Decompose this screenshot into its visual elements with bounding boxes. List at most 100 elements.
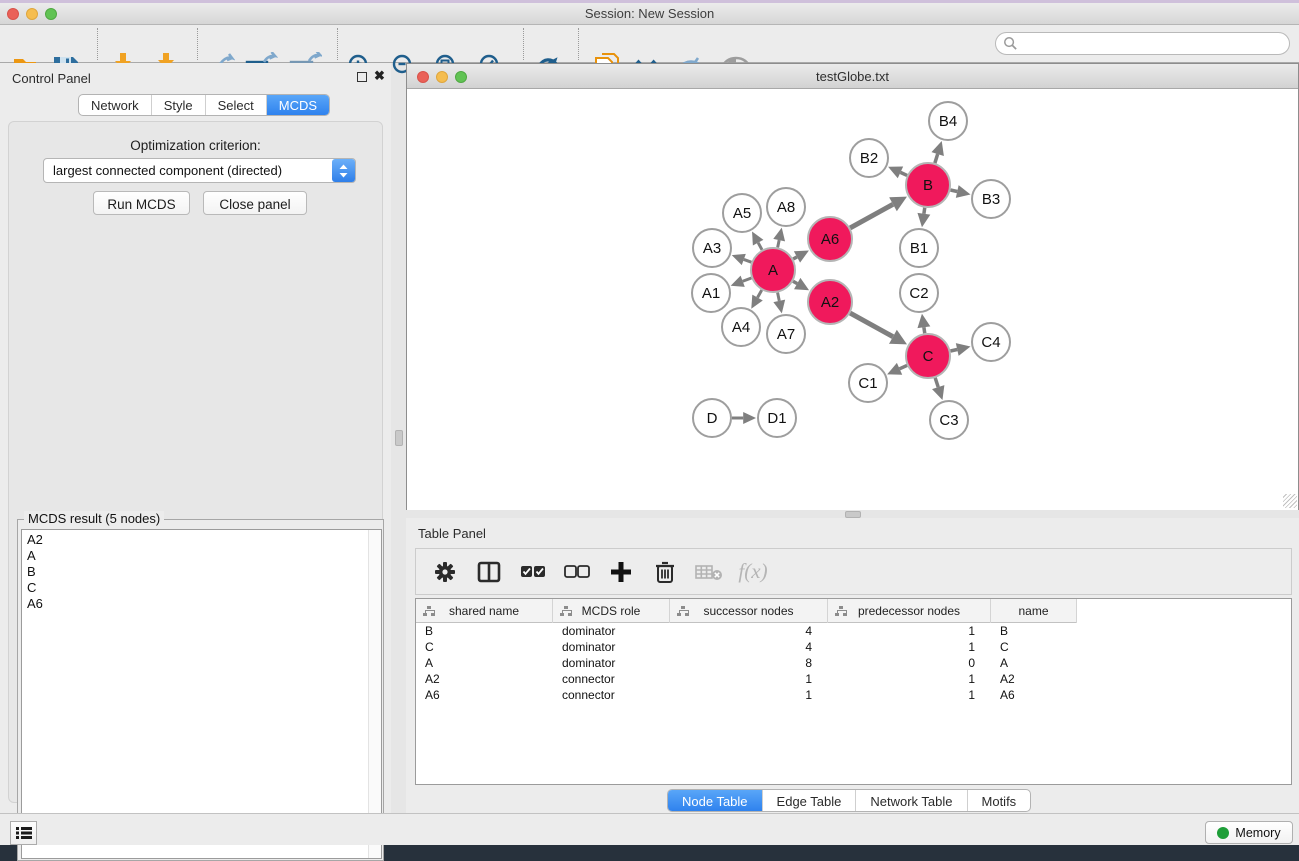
graph-node-B4[interactable]: B4 (929, 102, 967, 140)
table-row[interactable]: Cdominator41C (416, 639, 1291, 655)
optimization-criterion-label: Optimization criterion: (9, 138, 382, 153)
graph-node-A6[interactable]: A6 (808, 217, 852, 261)
search-input[interactable] (1018, 37, 1289, 51)
list-icon (16, 826, 32, 840)
run-mcds-button[interactable]: Run MCDS (93, 191, 190, 215)
svg-text:D: D (707, 410, 718, 427)
mcds-result-item[interactable]: C (27, 580, 381, 596)
network-view-window: testGlobe.txt B4 B2 B B3 A8A5 A6 A3 B1 A A1 C2 A2 A4… (406, 63, 1299, 510)
memory-label: Memory (1235, 826, 1280, 840)
graph-node-C3[interactable]: C3 (930, 401, 968, 439)
search-field-container (995, 32, 1290, 55)
graph-edge-A6-B[interactable] (850, 204, 893, 228)
column-header-name[interactable]: name (991, 599, 1077, 623)
graph-edge-C-C1[interactable] (900, 365, 907, 368)
graph-edge-A2-C[interactable] (850, 313, 893, 337)
graph-node-C2[interactable]: C2 (900, 274, 938, 312)
graph-node-D[interactable]: D (693, 399, 731, 437)
mcds-result-item[interactable]: A6 (27, 596, 381, 612)
toolbar-separator (578, 28, 579, 60)
mcds-result-list: A2ABCA6 (22, 530, 381, 612)
tab-network-table[interactable]: Network Table (856, 790, 967, 811)
graph-edge-A-A8[interactable] (778, 240, 780, 247)
graph-node-D1[interactable]: D1 (758, 399, 796, 437)
toolbar-separator (97, 28, 98, 60)
graph-edge-B-B4[interactable] (935, 154, 938, 163)
column-header-shared-name[interactable]: shared name (416, 599, 553, 623)
table-row[interactable]: Bdominator41B (416, 623, 1291, 639)
table-row[interactable]: Adominator80A (416, 655, 1291, 671)
vertical-splitter-handle[interactable] (395, 430, 403, 446)
horizontal-splitter-handle[interactable] (845, 511, 861, 518)
node-table[interactable]: shared nameMCDS rolesuccessor nodesprede… (415, 598, 1292, 785)
graph-edge-arrowhead (932, 385, 944, 400)
tab-motifs[interactable]: Motifs (968, 790, 1031, 811)
mcds-result-item[interactable]: B (27, 564, 381, 580)
graph-node-A3[interactable]: A3 (693, 229, 731, 267)
column-header-predecessor-nodes[interactable]: predecessor nodes (828, 599, 991, 623)
tab-style[interactable]: Style (152, 95, 206, 115)
graph-edge-B-B1[interactable] (924, 208, 925, 214)
network-canvas[interactable]: B4 B2 B B3 A8A5 A6 A3 B1 A A1 C2 A2 A4 A7 C4 C C1 C3 D D1 (407, 89, 1298, 510)
graph-node-C[interactable]: C (906, 334, 950, 378)
task-history-button[interactable] (10, 821, 37, 845)
delete-column-trash-icon[interactable] (650, 557, 680, 587)
graph-edge-C-C2[interactable] (924, 327, 925, 333)
graph-edge-B-B3[interactable] (950, 190, 957, 192)
svg-text:C1: C1 (858, 375, 877, 392)
svg-text:A1: A1 (702, 285, 720, 302)
graph-node-B2[interactable]: B2 (850, 139, 888, 177)
optimization-criterion-dropdown[interactable]: largest connected component (directed) (43, 158, 356, 183)
table-row[interactable]: A6connector11A6 (416, 687, 1291, 703)
svg-text:A4: A4 (732, 319, 750, 336)
float-panel-icon[interactable] (357, 72, 367, 82)
show-column-panel-icon[interactable] (474, 557, 504, 587)
create-column-plus-icon[interactable] (606, 557, 636, 587)
mcds-result-item[interactable]: A (27, 548, 381, 564)
toolbar-separator (337, 28, 338, 60)
graph-node-A1[interactable]: A1 (692, 274, 730, 312)
mcds-result-item[interactable]: A2 (27, 532, 381, 548)
graph-node-B[interactable]: B (906, 163, 950, 207)
close-panel-button[interactable]: Close panel (203, 191, 307, 215)
table-row[interactable]: A2connector11A2 (416, 671, 1291, 687)
network-graph: B4 B2 B B3 A8A5 A6 A3 B1 A A1 C2 A2 A4 A7 C4 C C1 C3 D D1 (407, 89, 1298, 510)
table-settings-gear-icon[interactable] (430, 557, 460, 587)
graph-edge-A-A5[interactable] (758, 243, 762, 250)
column-header-MCDS-role[interactable]: MCDS role (553, 599, 670, 623)
graph-edge-A-A3[interactable] (744, 259, 752, 262)
memory-button[interactable]: Memory (1205, 821, 1293, 844)
graph-edge-C-C3[interactable] (935, 378, 938, 387)
unselect-all-columns-icon[interactable] (562, 557, 592, 587)
close-panel-icon[interactable]: ✖ (374, 69, 385, 83)
graph-edge-A-A4[interactable] (758, 290, 762, 297)
graph-node-A2[interactable]: A2 (808, 280, 852, 324)
tab-select[interactable]: Select (206, 95, 267, 115)
graph-node-A4[interactable]: A4 (722, 308, 760, 346)
tab-node-table[interactable]: Node Table (668, 790, 763, 811)
graph-edge-A-A6[interactable] (793, 257, 797, 259)
graph-node-B1[interactable]: B1 (900, 229, 938, 267)
graph-edge-C-C4[interactable] (950, 350, 957, 352)
mcds-result-list-container[interactable]: A2ABCA6 (21, 529, 382, 859)
graph-edge-A-A7[interactable] (778, 293, 780, 301)
graph-node-A5[interactable]: A5 (723, 194, 761, 232)
select-all-columns-icon[interactable] (518, 557, 548, 587)
column-header-successor-nodes[interactable]: successor nodes (670, 599, 828, 623)
network-window-titlebar[interactable]: testGlobe.txt (407, 64, 1298, 89)
mcds-result-scrollbar[interactable] (368, 530, 381, 858)
graph-node-A[interactable]: A (751, 248, 795, 292)
graph-edge-A-A1[interactable] (743, 278, 752, 281)
window-resize-grip[interactable] (1283, 494, 1297, 508)
tab-mcds[interactable]: MCDS (267, 95, 329, 115)
graph-edge-B-B2[interactable] (900, 172, 907, 175)
graph-node-B3[interactable]: B3 (972, 180, 1010, 218)
graph-node-C1[interactable]: C1 (849, 364, 887, 402)
tab-edge-table[interactable]: Edge Table (763, 790, 857, 811)
graph-edge-arrowhead (931, 141, 943, 156)
graph-node-A8[interactable]: A8 (767, 188, 805, 226)
graph-node-A7[interactable]: A7 (767, 315, 805, 353)
graph-node-C4[interactable]: C4 (972, 323, 1010, 361)
graph-edge-A-A2[interactable] (793, 281, 797, 283)
tab-network[interactable]: Network (79, 95, 152, 115)
